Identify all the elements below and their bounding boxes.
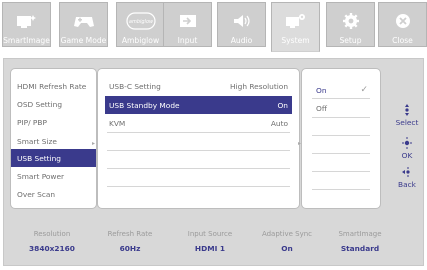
menu-item-smart-power[interactable]: Smart Power: [11, 167, 96, 185]
joystick-press-icon: [402, 137, 412, 149]
speaker-icon: [231, 9, 253, 33]
menu-item-usb-setting[interactable]: USB Setting: [11, 149, 96, 167]
menu-item-osd-setting[interactable]: OSD Setting: [11, 95, 96, 113]
status-smartimage: SmartImage Standard: [338, 230, 382, 253]
checkmark-icon: ✓: [360, 85, 368, 95]
option-panel: On ✓ Off: [301, 68, 381, 209]
gamepad-icon: [73, 9, 95, 33]
submenu-value: On: [277, 100, 288, 110]
status-refresh-rate: Refresh Rate 60Hz: [107, 230, 153, 253]
tab-label: Setup: [339, 36, 362, 45]
submenu-value: High Resolution: [230, 81, 288, 91]
tab-input[interactable]: Input: [163, 2, 212, 47]
status-input-source: Input Source HDMI 1: [187, 230, 233, 253]
smartimage-icon: [16, 9, 38, 33]
tab-label: Input: [177, 36, 198, 45]
divider: [107, 168, 290, 169]
ambiglow-icon: ambiglow: [125, 9, 156, 33]
close-icon: [394, 9, 412, 33]
menu-item-pip-pbp[interactable]: PIP/ PBP: [11, 113, 96, 131]
tab-close[interactable]: Close: [378, 2, 427, 47]
joystick-left-icon: [402, 167, 410, 177]
tab-ambiglow[interactable]: ambiglow Ambiglow: [116, 2, 165, 47]
svg-text:ambiglow: ambiglow: [128, 19, 153, 25]
input-icon: [177, 9, 199, 33]
tab-label: Game Mode: [60, 36, 107, 45]
divider: [312, 189, 370, 190]
status-resolution: Resolution 3840x2160: [29, 230, 75, 253]
status-adaptive-sync: Adaptive Sync On: [261, 230, 313, 253]
tab-label: SmartImage: [3, 36, 50, 45]
tab-label: System: [281, 36, 310, 45]
divider: [312, 171, 370, 172]
chevron-right-icon: ▸: [92, 140, 96, 147]
option-on[interactable]: On ✓: [308, 81, 372, 99]
menu-item-smart-size[interactable]: Smart Size: [11, 132, 96, 150]
option-off[interactable]: Off: [308, 99, 372, 117]
submenu-value: Auto: [270, 118, 288, 128]
tab-system[interactable]: System: [271, 2, 320, 52]
back-hint[interactable]: Back: [390, 166, 424, 189]
system-icon: [285, 9, 307, 33]
divider: [107, 186, 290, 187]
divider: [107, 150, 290, 151]
submenu-item-usb-c-setting[interactable]: USB-C Setting High Resolution: [105, 77, 292, 95]
submenu-item-kvm[interactable]: KVM Auto: [105, 114, 292, 132]
system-menu-panel: HDMI Refresh Rate OSD Setting PIP/ PBP S…: [10, 68, 97, 209]
tab-setup[interactable]: Setup: [326, 2, 375, 47]
tab-game-mode[interactable]: Game Mode: [59, 2, 108, 47]
tab-label: Audio: [230, 36, 253, 45]
usb-setting-panel: USB-C Setting High Resolution USB Standb…: [97, 68, 300, 209]
divider: [107, 132, 290, 133]
divider: [312, 153, 370, 154]
divider: [312, 135, 370, 136]
tab-label: Close: [392, 36, 413, 45]
tab-label: Ambiglow: [121, 36, 160, 45]
gear-icon: [340, 9, 362, 33]
tab-smartimage[interactable]: SmartImage: [2, 2, 51, 47]
select-hint[interactable]: Select: [390, 104, 424, 127]
joystick-updown-icon: [405, 104, 409, 116]
menu-item-hdmi-refresh-rate[interactable]: HDMI Refresh Rate: [11, 77, 96, 95]
tab-audio[interactable]: Audio: [217, 2, 266, 47]
menu-item-over-scan[interactable]: Over Scan: [11, 185, 96, 203]
submenu-item-usb-standby-mode[interactable]: USB Standby Mode On: [105, 96, 292, 114]
divider: [312, 117, 370, 118]
ok-hint[interactable]: OK: [390, 137, 424, 160]
